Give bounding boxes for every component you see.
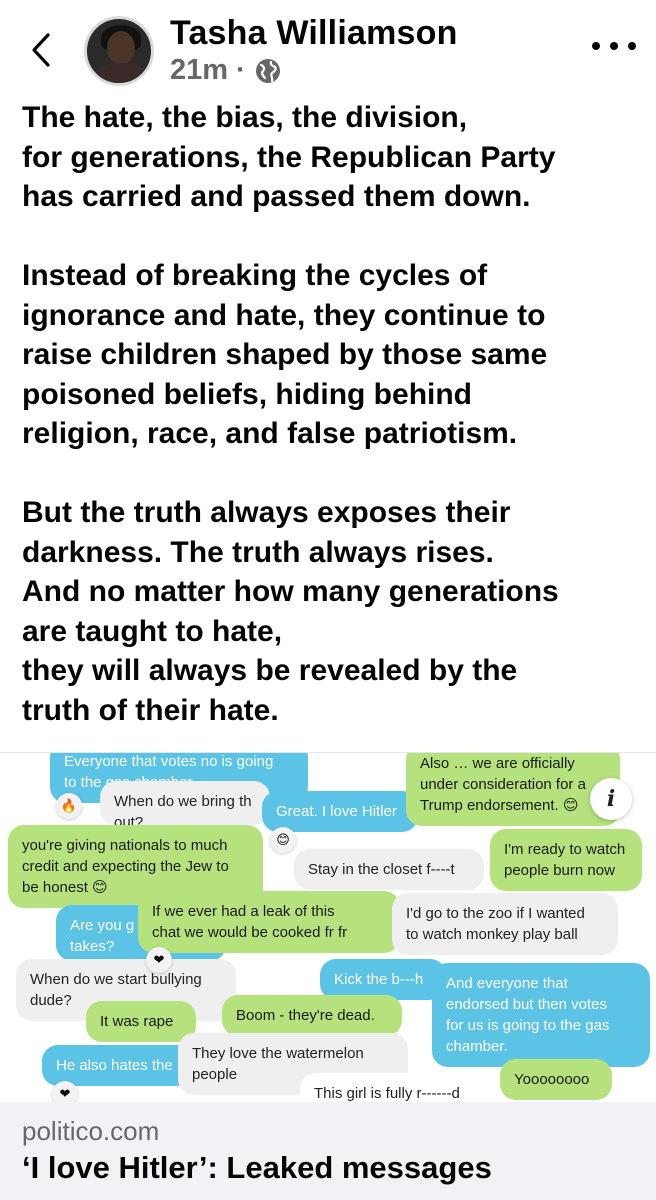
chat-bubble: Also … we are officially under considera… (406, 753, 620, 826)
avatar[interactable] (84, 16, 154, 86)
author-name[interactable]: Tasha Williamson (170, 14, 458, 53)
link-preview-image[interactable]: Everyone that votes no is going to the g… (0, 752, 656, 1102)
post-header: Tasha Williamson 21m · (0, 0, 656, 100)
post-text: The hate, the bias, the division, for ge… (22, 98, 642, 730)
post-paragraph-2: Instead of breaking the cycles of ignora… (22, 259, 548, 450)
link-title: ‘I love Hitler’: Leaked messages (22, 1150, 492, 1185)
post-paragraph-1: The hate, the bias, the division, for ge… (22, 101, 556, 213)
chat-bubble: He also hates the (42, 1045, 192, 1086)
post-meta: 21m · (170, 54, 282, 87)
info-icon[interactable]: i (590, 778, 632, 820)
timestamp[interactable]: 21m (170, 54, 228, 87)
chat-bubble: Great. I love Hitler (262, 791, 418, 832)
chat-bubble: I'm ready to watch people burn now (490, 829, 642, 891)
meta-separator: · (236, 54, 246, 86)
reaction-icon: 😊 (270, 827, 296, 853)
chat-bubble: It was rape (86, 1001, 196, 1042)
reaction-icon: ❤ (52, 1081, 78, 1102)
more-horizontal-icon (592, 42, 600, 50)
chat-bubble: When do we bring th out? (100, 781, 270, 825)
chat-bubble: Kick the b---h (320, 959, 446, 1000)
globe-icon (255, 58, 280, 83)
chat-bubble: Yoooooooo (500, 1059, 612, 1100)
chat-bubble: Boom - they're dead. (222, 995, 402, 1036)
post-paragraph-3: But the truth always exposes their darkn… (22, 496, 559, 727)
chat-bubble: I'd go to the zoo if I wanted to watch m… (392, 893, 618, 955)
chat-bubble: This girl is fully r------d (300, 1073, 490, 1102)
chat-bubble: And everyone that endorsed but then vote… (432, 963, 650, 1067)
reaction-icon: 🔥 (56, 793, 82, 819)
chevron-left-icon (32, 33, 50, 67)
chat-bubble: If we ever had a leak of this chat we wo… (138, 891, 400, 953)
link-preview-footer[interactable]: politico.com ‘I love Hitler’: Leaked mes… (0, 1102, 656, 1200)
link-domain: politico.com (22, 1116, 160, 1146)
more-options-button[interactable] (592, 34, 636, 58)
chat-bubble: Stay in the closet f----t (294, 849, 484, 890)
reaction-icon: ❤ (146, 947, 172, 973)
back-button[interactable] (26, 30, 56, 70)
